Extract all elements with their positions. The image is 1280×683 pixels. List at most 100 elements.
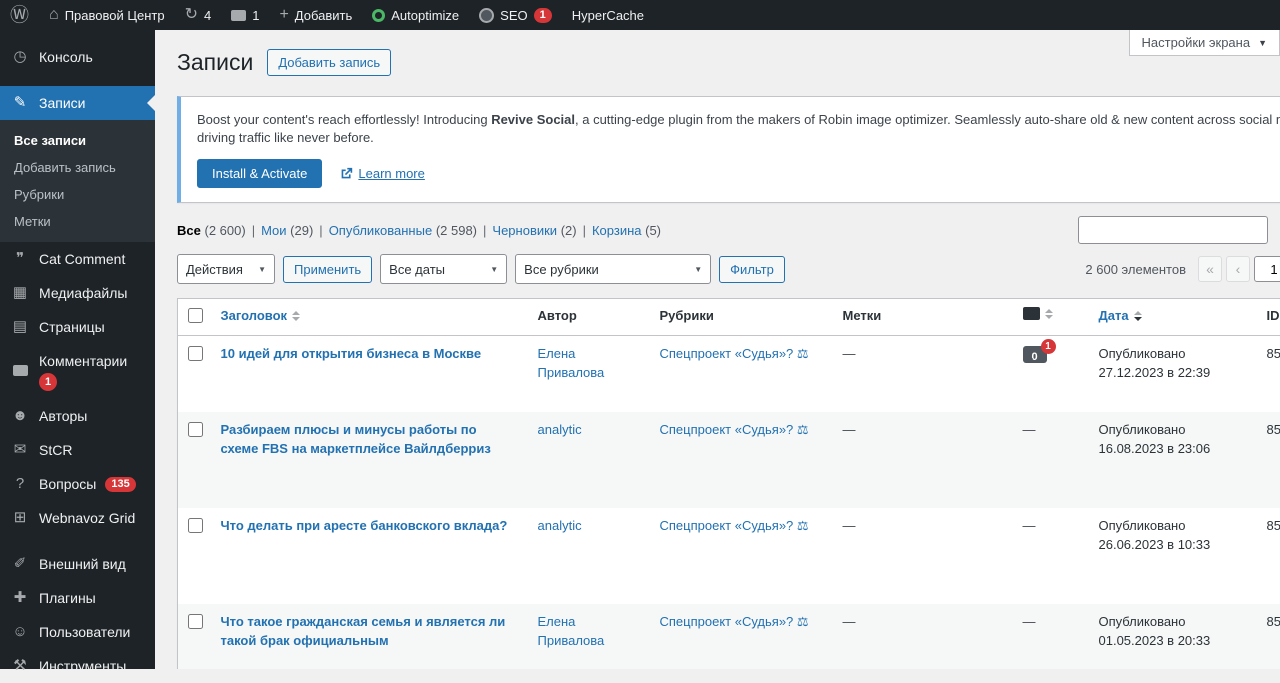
table-row: Разбираем плюсы и минусы работы по схеме… — [178, 412, 1280, 508]
submenu-categories[interactable]: Рубрики — [0, 181, 155, 208]
plus-icon: + — [279, 7, 288, 23]
sidebar-item-label: Плагины — [39, 589, 96, 607]
sidebar-item-comments[interactable]: Комментарии 1 — [0, 344, 155, 399]
author-link[interactable]: Елена Привалова — [538, 614, 605, 648]
comments-count: 1 — [252, 8, 259, 23]
sidebar-item-label: Консоль — [39, 48, 93, 66]
sidebar-item-tools[interactable]: ⚒ Инструменты — [0, 649, 155, 683]
post-title-link[interactable]: Разбираем плюсы и минусы работы по схеме… — [221, 422, 491, 456]
tags-value: — — [843, 346, 856, 361]
sidebar-item-pages[interactable]: ▤ Страницы — [0, 310, 155, 344]
autoptimize-label: Autoptimize — [391, 8, 459, 23]
chevron-down-icon: ▼ — [490, 265, 498, 274]
category-link[interactable]: Спецпроект «Судья»? ⚖ — [660, 346, 809, 361]
admin-bar: Ⓦ ⌂ Правовой Центр ↻ 4 1 + Добавить Auto… — [0, 0, 1280, 30]
author-link[interactable]: analytic — [538, 518, 582, 533]
sidebar-item-media[interactable]: ▦ Медиафайлы — [0, 276, 155, 310]
site-menu[interactable]: ⌂ Правовой Центр — [39, 0, 175, 30]
post-title-link[interactable]: Что такое гражданская семья и является л… — [221, 614, 506, 648]
menu-separator — [0, 535, 155, 547]
comments-count-bubble[interactable]: 0 1 — [1023, 346, 1047, 363]
sidebar-item-authors[interactable]: ☻ Авторы — [0, 399, 155, 433]
column-header-author: Автор — [528, 299, 650, 336]
filter-drafts[interactable]: Черновики (2) — [492, 223, 576, 238]
post-title-link[interactable]: Что делать при аресте банковского вклада… — [221, 518, 508, 533]
scales-icon: ⚖ — [797, 422, 809, 437]
hypercache-menu[interactable]: HyperCache — [562, 0, 654, 30]
sidebar-item-questions[interactable]: ? Вопросы 135 — [0, 467, 155, 501]
submenu-add-post[interactable]: Добавить запись — [0, 154, 155, 181]
post-id: 85 — [1257, 336, 1280, 412]
seo-badge: 1 — [534, 8, 552, 23]
row-checkbox[interactable] — [188, 422, 203, 437]
filter-trash[interactable]: Корзина (5) — [592, 223, 661, 238]
author-link[interactable]: analytic — [538, 422, 582, 437]
pending-comments-badge: 1 — [1041, 339, 1056, 354]
sidebar-item-appearance[interactable]: ✐ Внешний вид — [0, 547, 155, 581]
column-header-title[interactable]: Заголовок — [211, 299, 528, 336]
column-header-categories: Рубрики — [650, 299, 833, 336]
post-id: 85 — [1257, 604, 1280, 670]
sort-arrows-icon — [292, 311, 300, 321]
add-new-label: Добавить — [295, 8, 352, 23]
screen-options-tab[interactable]: Настройки экрана ▼ — [1129, 30, 1280, 56]
add-post-button[interactable]: Добавить запись — [267, 49, 391, 76]
dates-filter-select[interactable]: Все даты ▼ — [380, 254, 507, 284]
filter-button[interactable]: Фильтр — [719, 256, 785, 283]
post-title-link[interactable]: 10 идей для открытия бизнеса в Москве — [221, 346, 482, 361]
pagination: 2 600 элементов « ‹ — [1085, 256, 1280, 282]
install-activate-button[interactable]: Install & Activate — [197, 159, 322, 188]
sidebar-item-cat-comment[interactable]: ❞ Cat Comment — [0, 242, 155, 276]
new-content-menu[interactable]: + Добавить — [269, 0, 362, 30]
search-input[interactable] — [1078, 216, 1268, 244]
post-id: 85 — [1257, 412, 1280, 508]
category-link[interactable]: Спецпроект «Судья»? ⚖ — [660, 422, 809, 437]
categories-filter-select[interactable]: Все рубрики ▼ — [515, 254, 711, 284]
comments-value: — — [1023, 614, 1036, 629]
users-icon: ☺ — [10, 623, 30, 641]
apply-button[interactable]: Применить — [283, 256, 372, 283]
first-page-button[interactable]: « — [1198, 256, 1222, 282]
sidebar-item-webnavoz-grid[interactable]: ⊞ Webnavoz Grid — [0, 501, 155, 535]
row-checkbox[interactable] — [188, 614, 203, 629]
submenu-all-posts[interactable]: Все записи — [0, 127, 155, 154]
table-row: Что такое гражданская семья и является л… — [178, 604, 1280, 670]
seo-label: SEO — [500, 8, 527, 23]
column-header-tags: Метки — [833, 299, 1013, 336]
submenu-tags[interactable]: Метки — [0, 208, 155, 235]
sidebar-item-posts[interactable]: ✎ Записи — [0, 86, 155, 120]
post-date: 16.08.2023 в 23:06 — [1099, 439, 1247, 458]
sidebar-item-plugins[interactable]: ✚ Плагины — [0, 581, 155, 615]
category-link[interactable]: Спецпроект «Судья»? ⚖ — [660, 518, 809, 533]
table-nav-top: Действия ▼ Применить Все даты ▼ Все рубр… — [177, 254, 1280, 284]
admin-bar-comments-menu[interactable]: 1 — [221, 0, 269, 30]
sidebar-item-users[interactable]: ☺ Пользователи — [0, 615, 155, 649]
filter-all[interactable]: Все (2 600) — [177, 223, 246, 238]
sidebar-item-stcr[interactable]: ✉ StCR — [0, 433, 155, 467]
post-date: 01.05.2023 в 20:33 — [1099, 631, 1247, 650]
sidebar-item-dashboard[interactable]: ◷ Консоль — [0, 40, 155, 74]
prev-page-button[interactable]: ‹ — [1226, 256, 1250, 282]
seo-menu[interactable]: SEO 1 — [469, 0, 562, 30]
sidebar-item-label: Страницы — [39, 318, 105, 336]
select-all-checkbox[interactable] — [188, 308, 203, 323]
wp-logo-menu[interactable]: Ⓦ — [0, 0, 39, 30]
row-checkbox[interactable] — [188, 346, 203, 361]
posts-submenu: Все записи Добавить запись Рубрики Метки — [0, 120, 155, 242]
learn-more-link[interactable]: Learn more — [340, 166, 424, 181]
plugin-notice: Boost your content's reach effortlessly!… — [177, 96, 1280, 203]
row-checkbox[interactable] — [188, 518, 203, 533]
column-header-date[interactable]: Дата — [1089, 299, 1257, 336]
autoptimize-menu[interactable]: Autoptimize — [362, 0, 469, 30]
sidebar-item-label: Cat Comment — [39, 250, 125, 268]
column-header-comments[interactable] — [1013, 299, 1089, 336]
filter-mine[interactable]: Мои (29) — [261, 223, 313, 238]
filter-published[interactable]: Опубликованные (2 598) — [329, 223, 477, 238]
updates-menu[interactable]: ↻ 4 — [175, 0, 222, 30]
current-page-input[interactable] — [1254, 256, 1280, 282]
comments-icon — [231, 10, 246, 21]
category-link[interactable]: Спецпроект «Судья»? ⚖ — [660, 614, 809, 629]
bulk-actions-select[interactable]: Действия ▼ — [177, 254, 275, 284]
scales-icon: ⚖ — [797, 518, 809, 533]
author-link[interactable]: Елена Привалова — [538, 346, 605, 380]
